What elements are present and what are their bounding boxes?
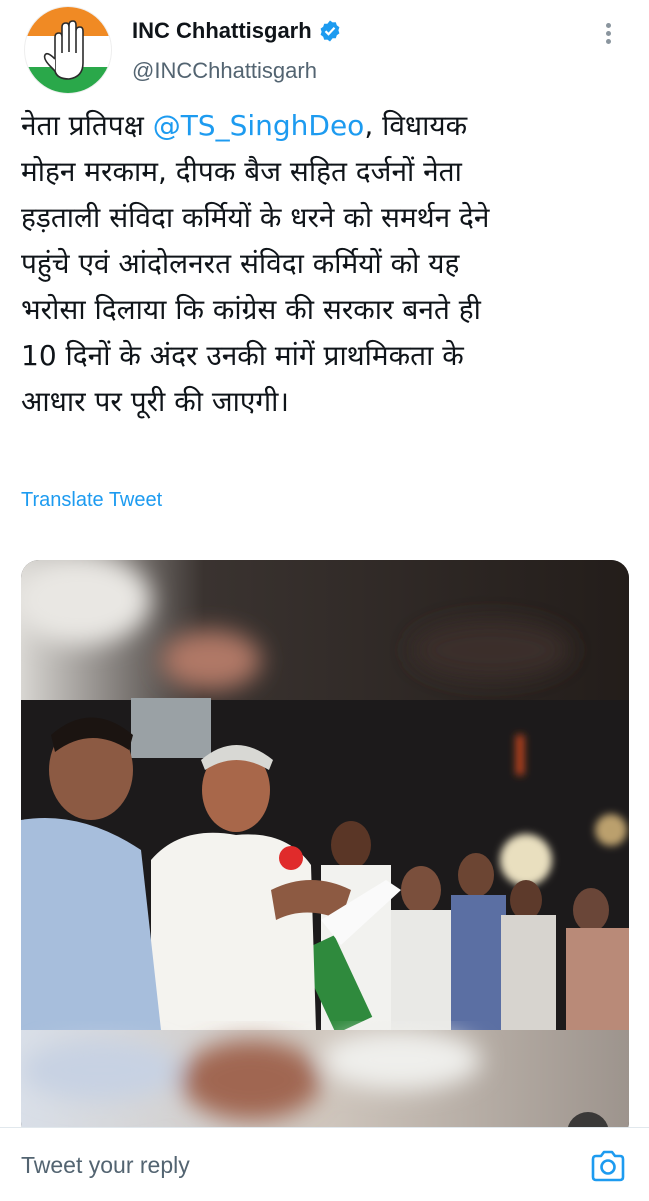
verified-badge-icon [320,20,340,42]
author-display-name[interactable]: INC Chhattisgarh [132,18,312,44]
reply-bar [0,1127,649,1201]
video-frame [21,560,629,1140]
avatar[interactable] [24,6,112,94]
author-handle[interactable]: @INCChhattisgarh [132,58,317,84]
tweet-video[interactable] [21,560,629,1140]
reply-input[interactable] [21,1152,541,1179]
more-vertical-icon[interactable] [598,20,618,46]
mention-link[interactable]: @TS_SinghDeo [153,109,365,142]
tweet-header: INC Chhattisgarh @INCChhattisgarh [0,0,649,100]
tweet-text: नेता प्रतिपक्ष @TS_SinghDeo, विधायक मोहन… [21,109,490,418]
camera-icon[interactable] [590,1150,626,1182]
translate-tweet-link[interactable]: Translate Tweet [21,489,162,512]
congress-hand-logo-icon [43,20,84,80]
